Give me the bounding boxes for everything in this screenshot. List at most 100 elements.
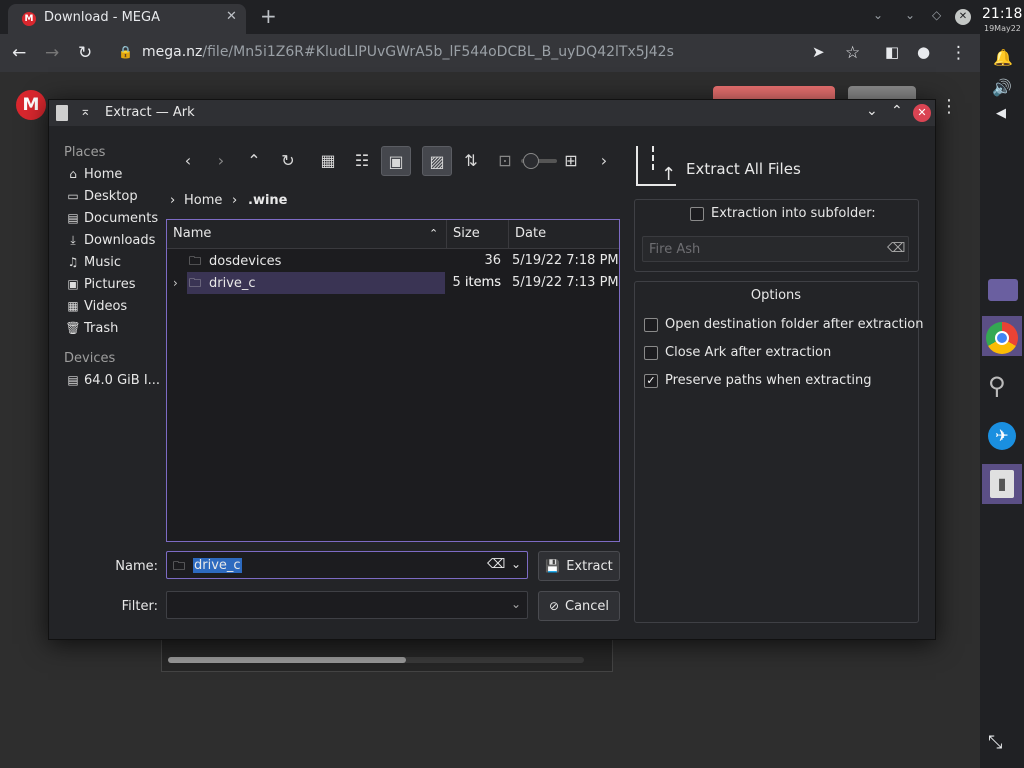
name-input[interactable]: 🗀 drive_c ⌫ ⌄ (166, 551, 528, 579)
dialog-close-icon[interactable]: ✕ (913, 104, 931, 122)
parent-folder-icon[interactable]: ⌃ (239, 146, 269, 176)
mega-logo[interactable]: M (16, 90, 46, 120)
browser-menu-icon[interactable]: ⋮ (950, 43, 967, 63)
breadcrumb-chevron-icon[interactable]: › (170, 193, 175, 208)
clear-text-icon[interactable]: ⌫ (887, 241, 905, 256)
reload-icon[interactable]: ↻ (273, 146, 303, 176)
ark-app-icon[interactable]: ▮ (990, 470, 1014, 498)
icons-view-icon[interactable]: ▦ (313, 146, 343, 176)
maximize-icon[interactable]: ⌃ (891, 103, 903, 119)
keep-above-icon[interactable]: ⌅ (80, 104, 91, 119)
places-item-label: Music (84, 255, 121, 270)
arrow-up-icon: ↑ (661, 164, 677, 185)
column-header-size[interactable]: Size (447, 220, 509, 248)
zoom-slider-handle[interactable] (523, 153, 539, 169)
search-app-icon[interactable]: ⚲ (988, 372, 1006, 400)
forward-icon[interactable]: → (45, 43, 59, 63)
expand-chevron-icon[interactable]: › (173, 272, 178, 294)
tab-close-icon[interactable]: ✕ (226, 9, 237, 24)
places-item-videos[interactable]: ▦ Videos (65, 299, 161, 319)
devices-header: Devices (64, 351, 116, 366)
places-item-desktop[interactable]: ▭ Desktop (65, 189, 161, 209)
bookmark-star-icon[interactable]: ☆ (845, 43, 860, 63)
home-icon: ⌂ (69, 167, 77, 181)
more-options-icon[interactable]: › (589, 146, 619, 176)
collapse-arrow-icon[interactable]: ◀ (996, 106, 1006, 121)
browser-tab[interactable]: M Download - MEGA ✕ (8, 4, 246, 34)
clock-date: 19May22 (984, 24, 1021, 33)
side-panel-icon[interactable]: ◧ (885, 43, 899, 61)
sort-icon[interactable]: ⇅ (456, 146, 486, 176)
places-item-home[interactable]: ⌂ Home (65, 167, 161, 187)
compact-view-icon[interactable]: ☷ (347, 146, 377, 176)
page-scrollbar[interactable] (168, 657, 584, 663)
places-item-documents[interactable]: ▤ Documents (65, 211, 161, 231)
file-name: dosdevices (209, 254, 282, 269)
back-icon[interactable]: ‹ (173, 146, 203, 176)
page-menu-icon[interactable]: ⋮ (940, 96, 958, 117)
sort-ascending-icon: ⌃ (429, 227, 439, 240)
column-header-label: Name (173, 226, 212, 241)
places-item-pictures[interactable]: ▣ Pictures (65, 277, 161, 297)
chevron-down-icon[interactable]: ⌄ (511, 597, 521, 611)
subfolder-input[interactable]: Fire Ash ⌫ (642, 236, 909, 262)
new-tab-icon[interactable]: + (260, 4, 277, 28)
column-header-date[interactable]: Date (509, 220, 619, 248)
extract-button[interactable]: 💾 Extract (538, 551, 620, 581)
devices-item-drive[interactable]: ▤ 64.0 GiB I... (65, 373, 161, 393)
downloads-icon: ⤓ (70, 233, 76, 247)
launcher-icon[interactable]: ⤡ (988, 732, 1002, 753)
places-item-label: Home (84, 167, 123, 182)
window-close-icon[interactable]: ✕ (955, 9, 971, 25)
page-button-grey[interactable] (848, 86, 916, 100)
file-name: drive_c (209, 276, 256, 291)
preview-icon[interactable]: ▨ (422, 146, 452, 176)
file-date: 5/19/22 7:13 PM (512, 275, 619, 290)
page-button-red[interactable] (713, 86, 835, 100)
file-row[interactable]: › 🗀 drive_c 5 items 5/19/22 7:13 PM (167, 272, 619, 294)
dialog-titlebar[interactable]: ⌅ Extract — Ark ⌄ ⌃ ✕ (49, 100, 935, 126)
close-ark-checkbox[interactable] (644, 346, 658, 360)
filter-combobox[interactable]: ⌄ (166, 591, 528, 619)
detailed-tree-view-icon[interactable]: ▣ (381, 146, 411, 176)
reload-icon[interactable]: ↻ (78, 43, 92, 63)
notification-bell-icon[interactable]: 🔔 (993, 48, 1013, 67)
minimize-icon[interactable]: ⌄ (866, 103, 878, 119)
page-scrollbar-thumb[interactable] (168, 657, 406, 663)
file-list[interactable]: Name ⌃ Size Date 🗀 dosdevices 36 items 5/1… (166, 219, 620, 542)
extract-button-label: Extract (566, 559, 613, 574)
places-item-music[interactable]: ♫ Music (65, 255, 161, 275)
breadcrumb-chevron-icon[interactable]: › (232, 193, 237, 208)
tab-search-icon[interactable]: ⌄ (873, 8, 883, 22)
files-app-icon[interactable] (988, 279, 1018, 301)
places-item-downloads[interactable]: ⤓ Downloads (65, 233, 161, 253)
column-header-name[interactable]: Name ⌃ (167, 220, 447, 248)
zoom-in-icon[interactable]: ⊞ (556, 146, 586, 176)
open-destination-checkbox[interactable] (644, 318, 658, 332)
breadcrumb-home[interactable]: Home (184, 193, 222, 208)
subfolder-checkbox[interactable] (690, 207, 704, 221)
filter-label: Filter: (121, 599, 158, 614)
profile-icon[interactable]: ● (917, 43, 930, 61)
browser-app-icon[interactable]: ✈ (988, 422, 1016, 450)
file-row[interactable]: 🗀 dosdevices 36 items 5/19/22 7:18 PM (167, 250, 619, 290)
chevron-down-icon[interactable]: ⌄ (511, 557, 521, 571)
address-bar[interactable]: mega.nz/file/Mn5i1Z6R#KludLlPUvGWrA5b_lF… (142, 44, 674, 60)
send-icon[interactable]: ➤ (812, 43, 825, 61)
preserve-paths-checkbox[interactable]: ✓ (644, 374, 658, 388)
zoom-out-icon[interactable]: ⊡ (490, 146, 520, 176)
volume-icon[interactable]: 🔊 (992, 78, 1012, 97)
forward-icon[interactable]: › (206, 146, 236, 176)
cancel-button-label: Cancel (565, 599, 610, 614)
diamond-icon[interactable]: ◇ (932, 8, 941, 22)
music-icon: ♫ (67, 255, 79, 269)
chrome-app-icon[interactable] (986, 322, 1018, 354)
places-item-label: Documents (84, 211, 159, 226)
chevron-down-icon[interactable]: ⌄ (905, 8, 915, 22)
clear-text-icon[interactable]: ⌫ (487, 557, 505, 572)
breadcrumb-current[interactable]: .wine (248, 193, 287, 208)
cancel-button[interactable]: ⊘ Cancel (538, 591, 620, 621)
dialog-title: Extract — Ark (105, 105, 195, 120)
places-item-trash[interactable]: 🗑 Trash (65, 321, 161, 341)
back-icon[interactable]: ← (12, 43, 26, 63)
